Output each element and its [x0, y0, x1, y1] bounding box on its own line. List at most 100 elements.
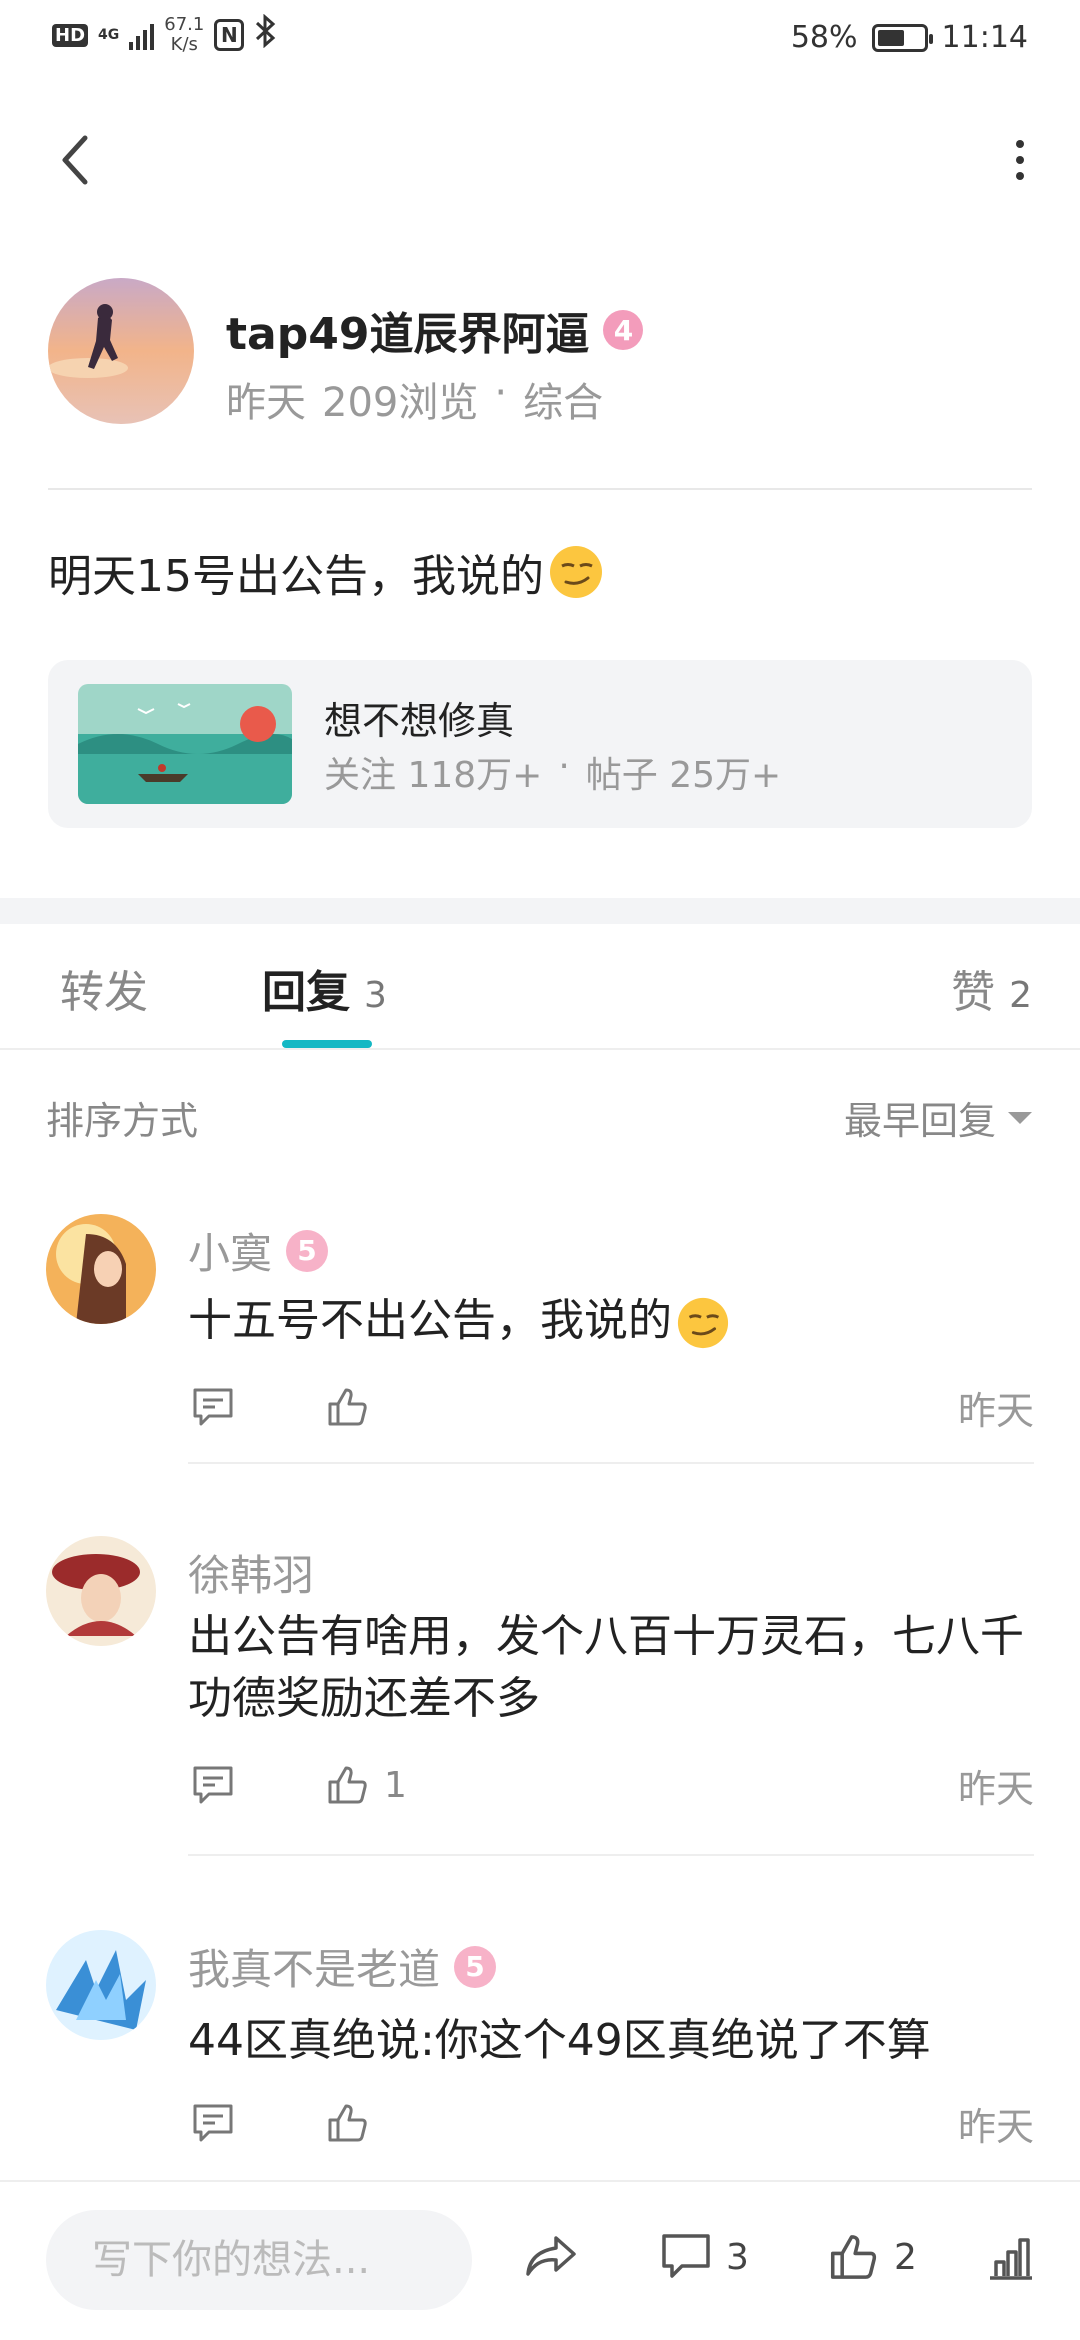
divider [188, 1462, 1034, 1464]
sort-selected: 最早回复 [843, 1099, 996, 1143]
status-left: HD 4G 67.1 K/s N [52, 13, 276, 56]
forum-posts: 帖子 25万+ [585, 755, 782, 796]
share-icon [526, 2236, 576, 2276]
comment-button[interactable]: 3 [660, 2232, 749, 2282]
comment-text: 出公告有啥用，发个八百十万灵石，七八千功德奖励还差不多 [188, 1611, 1024, 1724]
back-button[interactable] [44, 130, 104, 190]
forum-followers: 关注 118万+ [324, 755, 543, 796]
forum-image [78, 684, 292, 804]
meta-separator: · [558, 746, 570, 787]
speed-value: 67.1 [164, 14, 205, 35]
commenter-name[interactable]: 我真不是老道 [188, 1936, 440, 1997]
comment-time: 昨天 [957, 2104, 1034, 2149]
like-button[interactable]: 2 [828, 2232, 917, 2282]
post-category[interactable]: 综合 [523, 370, 603, 428]
divider [48, 488, 1032, 490]
hd-badge: HD [52, 23, 89, 47]
network-speed: 67.1 K/s [164, 15, 204, 55]
more-options-button[interactable] [990, 130, 1050, 190]
divider [0, 1048, 1080, 1050]
reply-button[interactable] [188, 1760, 238, 1810]
battery-fill [877, 29, 904, 46]
author-name[interactable]: tap49道辰界阿逼 [226, 298, 589, 362]
post-text: 明天15号出公告，我说的 [48, 551, 544, 602]
status-bar: HD 4G 67.1 K/s N 58% 11:14 [0, 0, 1080, 80]
post-body: 明天15号出公告，我说的 [48, 540, 604, 604]
forum-name: 想不想修真 [324, 699, 515, 743]
more-dot-icon [1016, 156, 1024, 164]
tab-bar: 转发 回复 3 赞 2 [0, 924, 1080, 1050]
thumbs-up-icon [830, 2235, 877, 2279]
back-arrow-icon [62, 135, 88, 185]
tab-replies[interactable]: 回复 3 [262, 956, 387, 1020]
comment-text-content: 十五号不出公告，我说的 [188, 1295, 672, 1346]
like-button[interactable] [326, 1386, 384, 1428]
like-button[interactable]: 1 [326, 1764, 407, 1806]
tab-indicator [282, 1040, 372, 1048]
commenter-avatar[interactable] [46, 1214, 156, 1324]
forum-card[interactable]: 想不想修真 关注 118万+ · 帖子 25万+ [48, 660, 1032, 828]
share-button[interactable] [524, 2232, 580, 2282]
speed-unit: K/s [170, 34, 198, 55]
top-nav [0, 110, 1080, 210]
comment-count: 3 [726, 2236, 749, 2278]
more-dot-icon [1016, 172, 1024, 180]
like-button[interactable] [326, 2102, 384, 2144]
reply-icon [193, 1388, 233, 1426]
comment-time: 昨天 [957, 1388, 1034, 1433]
bottom-bar: 3 2 [0, 2180, 1080, 2340]
tab-label: 转发 [60, 967, 148, 1018]
meta-separator: · [494, 370, 508, 416]
tab-likes[interactable]: 赞 2 [951, 956, 1032, 1020]
dropdown-arrow-icon [1008, 1111, 1032, 1124]
commenter-avatar[interactable] [46, 1536, 156, 1646]
tab-label: 赞 [951, 967, 996, 1018]
tab-label: 回复 [262, 967, 350, 1018]
tab-count: 2 [1009, 975, 1032, 1016]
commenter-name-row: 我真不是老道 5 [188, 1936, 497, 1997]
reply-input[interactable] [46, 2210, 472, 2310]
smirk-emoji-icon [677, 1297, 729, 1349]
tab-repost[interactable]: 转发 [60, 956, 148, 1020]
reply-icon [193, 2104, 233, 2142]
status-right: 58% 11:14 [791, 20, 1028, 55]
reply-button[interactable] [188, 2098, 238, 2148]
comment-actions: 昨天 [188, 2098, 1034, 2149]
reply-button[interactable] [188, 1382, 238, 1432]
clock: 11:14 [941, 20, 1028, 55]
battery-percent: 58% [790, 20, 858, 55]
author-name-row: tap49道辰界阿逼 4 [226, 298, 644, 362]
post-meta: 昨天 209浏览 · 综合 [226, 370, 603, 428]
thumbs-up-icon [328, 1388, 367, 1426]
level-badge: 5 [286, 1229, 329, 1272]
tab-count: 3 [364, 975, 387, 1016]
post-time: 昨天 [226, 380, 306, 426]
comment-actions: 昨天 [188, 1382, 1034, 1433]
nfc-icon: N [214, 19, 245, 51]
comment-actions: 1 昨天 [188, 1760, 1034, 1811]
smirk-emoji-icon [550, 546, 602, 598]
level-badge: 5 [454, 1945, 497, 1988]
commenter-avatar[interactable] [46, 1930, 156, 2040]
bluetooth-icon [254, 13, 276, 56]
like-count: 2 [894, 2236, 917, 2278]
divider [188, 1854, 1034, 1856]
section-divider [0, 898, 1080, 924]
commenter-name[interactable]: 徐韩羽 [188, 1542, 314, 1603]
commenter-name[interactable]: 小寞 [188, 1220, 272, 1281]
commenter-name-row: 小寞 5 [188, 1220, 329, 1281]
commenter-name-row: 徐韩羽 [188, 1542, 314, 1603]
level-badge: 4 [603, 310, 644, 350]
bar-chart-icon [990, 2238, 1032, 2280]
more-dot-icon [1016, 140, 1024, 148]
comment-text: 十五号不出公告，我说的 [188, 1290, 1028, 1352]
stats-button[interactable] [986, 2232, 1036, 2282]
forum-meta: 关注 118万+ · 帖子 25万+ [324, 746, 781, 798]
sort-label: 排序方式 [46, 1099, 199, 1143]
reply-icon [193, 1766, 233, 1804]
sort-dropdown[interactable]: 最早回复 [844, 1090, 1032, 1145]
view-count: 209浏览 [322, 380, 479, 426]
post-author: tap49道辰界阿逼 4 昨天 209浏览 · 综合 [48, 278, 1032, 428]
thumbs-up-icon [328, 2104, 367, 2142]
author-avatar[interactable] [48, 278, 194, 424]
